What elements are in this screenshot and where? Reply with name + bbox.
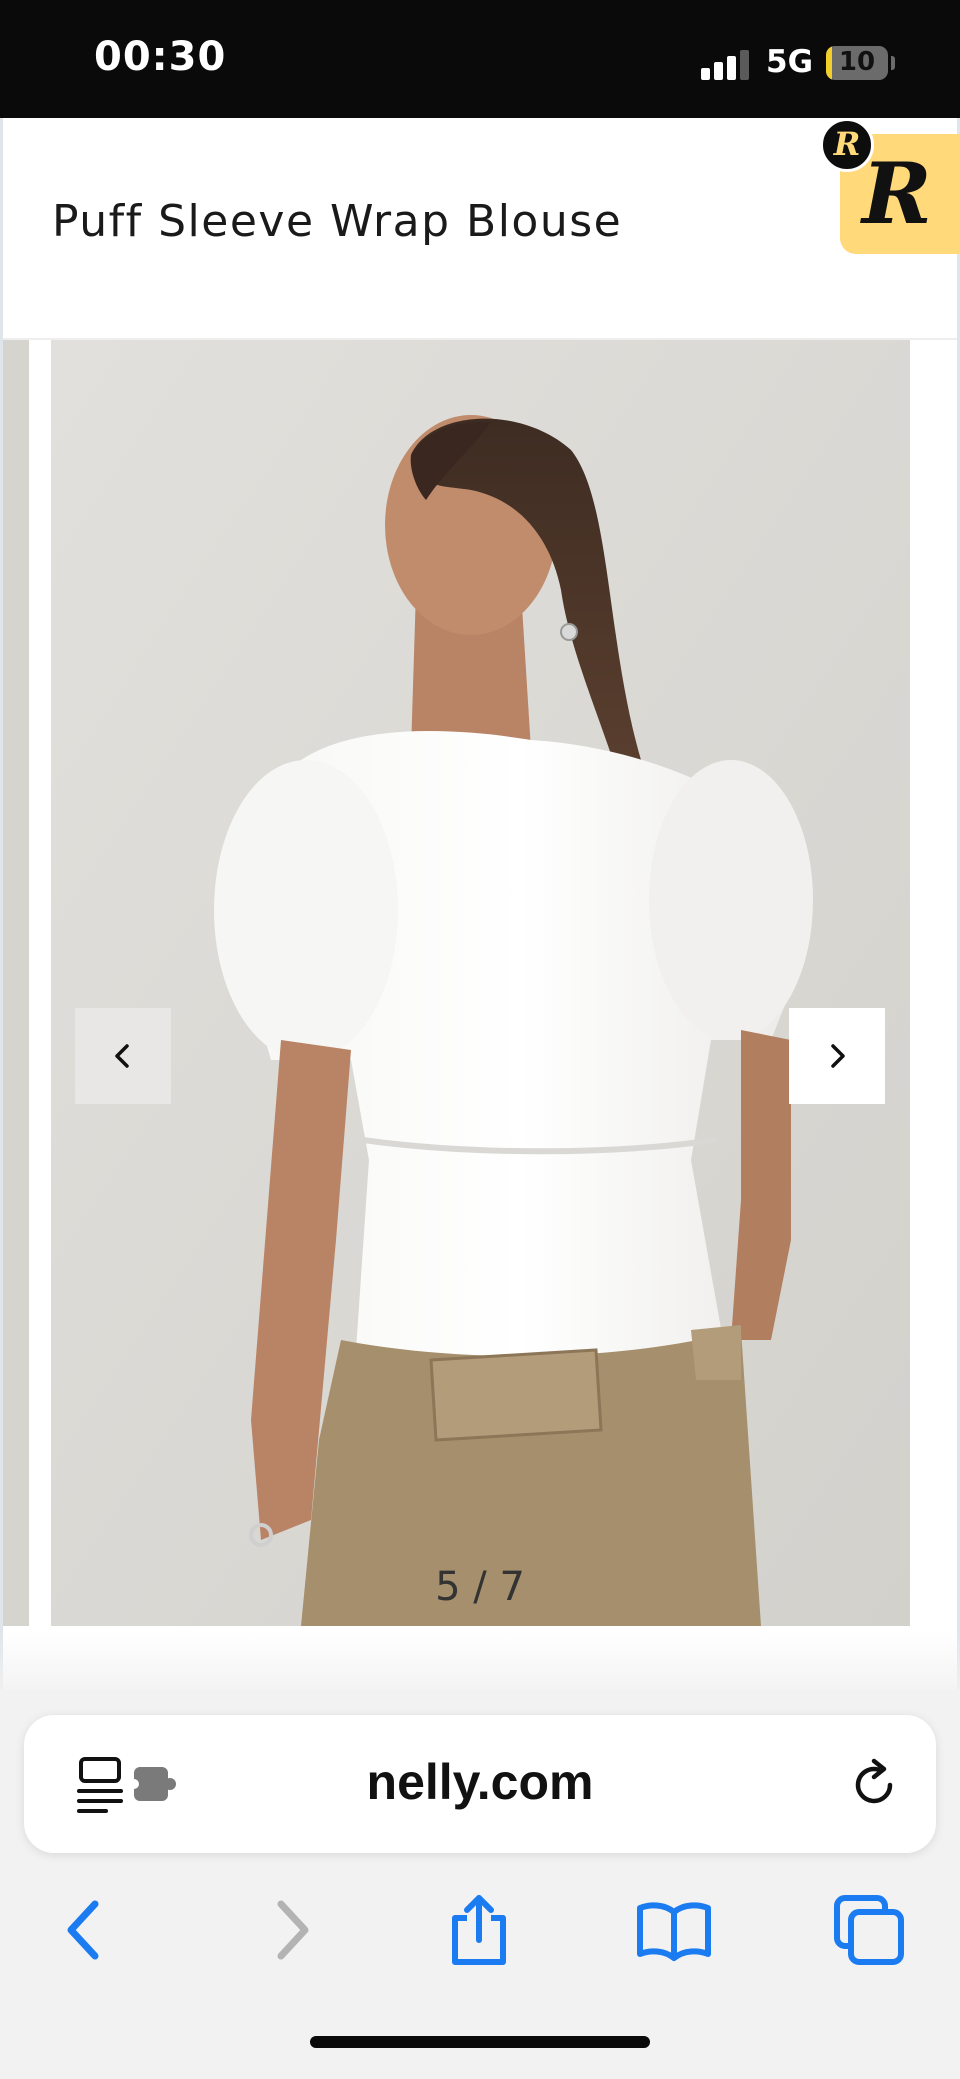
status-bar: 00:30 5G 10	[0, 0, 960, 118]
forward-icon	[277, 1900, 309, 1960]
battery-cap	[891, 56, 895, 70]
signal-strength-icon	[701, 48, 751, 80]
tabs-icon	[834, 1895, 904, 1965]
address-bar[interactable]: nelly.com	[24, 1715, 936, 1853]
bookmarks-icon	[637, 1902, 711, 1961]
slide-gap	[29, 340, 51, 1626]
url-text[interactable]: nelly.com	[24, 1753, 936, 1811]
home-indicator	[310, 2036, 650, 2048]
reload-icon[interactable]	[846, 1757, 902, 1813]
product-image[interactable]	[51, 340, 910, 1626]
share-icon	[452, 1895, 506, 1965]
badge-letter: R	[862, 144, 932, 243]
product-title: Puff Sleeve Wrap Blouse	[52, 196, 623, 247]
back-button[interactable]	[27, 1870, 147, 1990]
tabs-button[interactable]	[809, 1870, 929, 1990]
small-badge-letter: R	[833, 125, 861, 163]
browser-toolbar	[0, 1870, 960, 1990]
chrome-fade	[0, 1630, 960, 1690]
status-time: 00:30	[94, 34, 227, 80]
battery-icon: 10	[826, 46, 888, 80]
battery-level: 10	[838, 47, 876, 77]
chevron-left-icon	[115, 1044, 129, 1068]
share-button[interactable]	[419, 1870, 539, 1990]
previous-slide-peek	[3, 340, 29, 1626]
bookmarks-button[interactable]	[614, 1870, 734, 1990]
carousel-prev-button[interactable]	[75, 1008, 171, 1104]
forward-button[interactable]	[229, 1870, 349, 1990]
back-icon	[67, 1900, 99, 1960]
carousel-next-button[interactable]	[789, 1008, 885, 1104]
network-type: 5G	[766, 44, 814, 80]
browser-bottom-bar: nelly.com	[0, 1630, 960, 2079]
model-photo	[51, 340, 910, 1626]
chevron-right-icon	[831, 1044, 845, 1068]
rc-small-badge[interactable]: R	[820, 118, 874, 172]
image-counter: 5 / 7	[435, 1564, 525, 1610]
